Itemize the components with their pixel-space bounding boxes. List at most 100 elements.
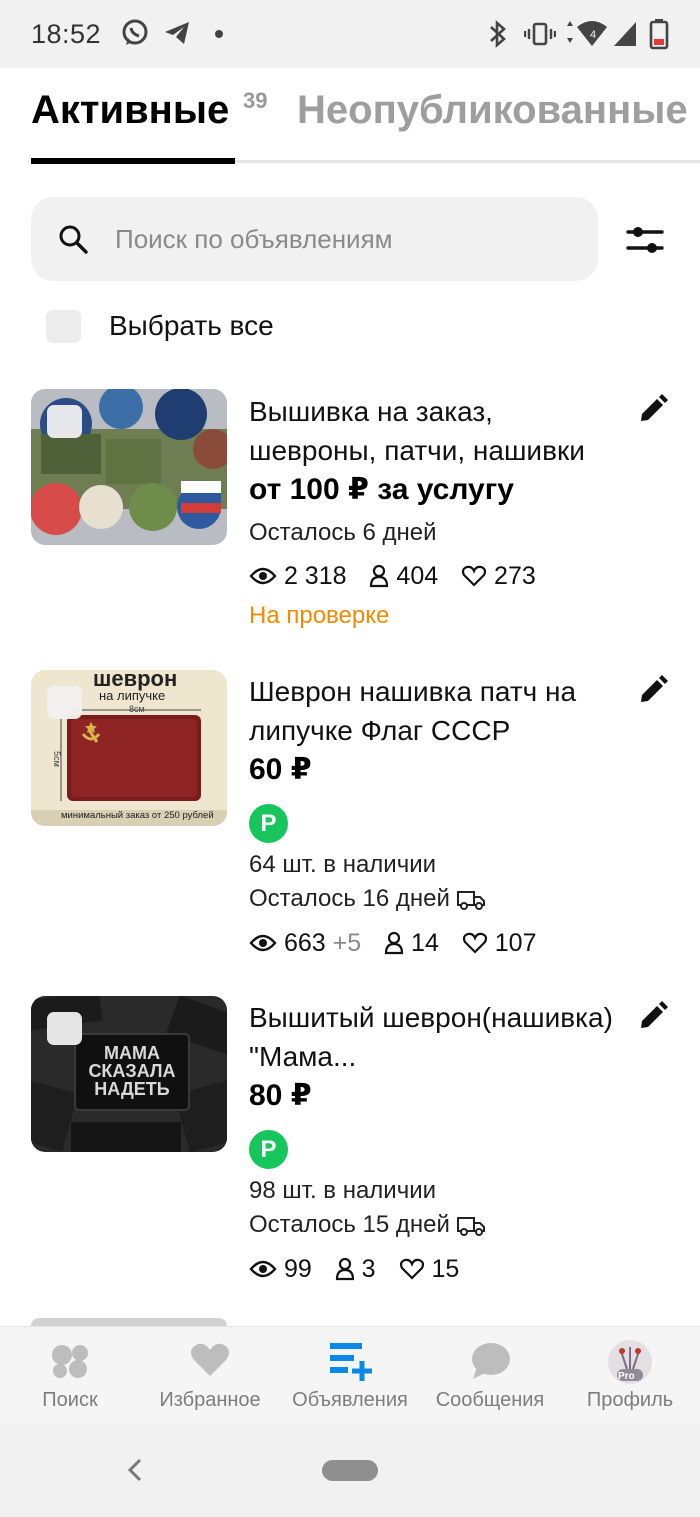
status-time: 18:52 xyxy=(31,19,102,49)
thumb-min-order: минимальный заказ от 250 рублей xyxy=(61,810,214,821)
listing-checkbox[interactable] xyxy=(47,1012,82,1045)
heart-outline-icon xyxy=(462,566,487,587)
heart-outline-icon xyxy=(462,933,487,954)
thumb-patch-text: МАМА СКАЗАЛА НАДЕТЬ xyxy=(31,1044,227,1098)
listing-stats: 99 3 15 xyxy=(249,1254,459,1284)
vibrate-icon xyxy=(524,22,556,46)
nav-label: Профиль xyxy=(586,1389,674,1411)
views-count: 99 xyxy=(283,1254,312,1283)
favorites-count: 107 xyxy=(494,928,537,957)
person-icon xyxy=(370,565,389,588)
eye-icon xyxy=(249,935,277,952)
nav-favorites[interactable]: Избранное xyxy=(150,1327,270,1424)
listing-tabs: Активные 39 Неопубликованные xyxy=(0,68,700,166)
tab-active-count: 39 xyxy=(243,88,268,113)
thumb-subheading: на липучке xyxy=(99,688,166,703)
listing-title[interactable]: Шеврон нашивка патч на липучке Флаг СССР xyxy=(249,672,619,750)
eye-icon xyxy=(249,1261,277,1278)
delivery-truck-icon xyxy=(456,890,485,910)
listing-checkbox[interactable] xyxy=(47,405,82,438)
thumb-width-label: 8см xyxy=(129,704,145,714)
select-all-checkbox[interactable] xyxy=(46,310,81,343)
wifi-icon: 4 xyxy=(567,21,607,46)
views-count: 2 318 xyxy=(283,561,347,590)
listing-image[interactable]: шеврон на липучке 8см 5см минимальный за… xyxy=(31,670,227,826)
listing-stats: 663 +5 14 107 xyxy=(249,928,536,958)
views-increase: +5 xyxy=(332,928,362,957)
search-bar[interactable] xyxy=(31,197,598,281)
bluetooth-icon xyxy=(490,20,506,48)
listing-card[interactable]: Вышивка на заказ, шевроны, патчи, нашивк… xyxy=(0,389,700,649)
promo-badge: P xyxy=(249,804,288,843)
battery-low-icon xyxy=(649,19,669,50)
tab-divider xyxy=(235,160,700,163)
listing-status: На проверке xyxy=(249,602,390,629)
listing-stock: 98 шт. в наличии xyxy=(249,1177,437,1204)
listing-image[interactable]: МАМА СКАЗАЛА НАДЕТЬ xyxy=(31,996,227,1152)
back-icon[interactable] xyxy=(124,1456,146,1484)
telegram-icon xyxy=(165,22,189,44)
eye-icon xyxy=(249,568,277,585)
select-all-row[interactable]: Выбрать все xyxy=(46,310,274,344)
tab-active[interactable]: Активные xyxy=(31,88,229,133)
thumb-line-1: МАМА xyxy=(104,1043,160,1063)
listing-stats: 2 318 404 273 xyxy=(249,561,536,591)
nav-profile[interactable]: Pro Профиль xyxy=(580,1327,680,1424)
listing-checkbox[interactable] xyxy=(47,686,82,719)
nav-label: Избранное xyxy=(159,1389,261,1411)
home-pill[interactable] xyxy=(322,1460,378,1481)
listing-remaining: Осталось 15 дней xyxy=(249,1211,450,1238)
listing-card[interactable]: МАМА СКАЗАЛА НАДЕТЬ Вышитый шеврон(нашив… xyxy=(0,996,700,1296)
promo-badge: P xyxy=(249,1130,288,1169)
search-icon xyxy=(59,225,88,254)
search-input[interactable] xyxy=(115,217,575,261)
svg-text:4: 4 xyxy=(590,29,596,41)
thumb-line-2: СКАЗАЛА xyxy=(88,1061,176,1081)
listing-title[interactable]: Вышивка на заказ, шевроны, патчи, нашивк… xyxy=(249,392,619,470)
listing-card[interactable]: шеврон на липучке 8см 5см минимальный за… xyxy=(0,670,700,970)
contacts-count: 14 xyxy=(411,928,439,957)
tab-unpublished[interactable]: Неопубликованные xyxy=(297,88,688,133)
thumb-line-3: НАДЕТЬ xyxy=(94,1079,170,1099)
listing-price: 80 ₽ xyxy=(249,1079,312,1112)
listing-price: 60 ₽ xyxy=(249,753,312,786)
listing-stock: 64 шт. в наличии xyxy=(249,851,437,878)
favorites-count: 273 xyxy=(494,561,536,590)
chat-bubble-icon xyxy=(472,1343,510,1379)
favorites-count: 15 xyxy=(431,1254,460,1283)
select-all-label: Выбрать все xyxy=(109,310,274,341)
nav-label: Объявления xyxy=(292,1389,408,1411)
listing-title[interactable]: Вышитый шеврон(нашивка) "Мама... xyxy=(249,998,619,1078)
nav-label: Сообщения xyxy=(435,1389,545,1411)
bottom-navigation: Поиск Избранное Объявления Сообщения Pro… xyxy=(0,1326,700,1423)
listings-add-icon xyxy=(330,1343,372,1381)
tab-active-indicator xyxy=(31,158,235,164)
nav-label: Поиск xyxy=(42,1389,98,1411)
listing-remaining-row: Осталось 16 дней xyxy=(249,885,486,913)
nav-search[interactable]: Поиск xyxy=(14,1327,126,1424)
edit-icon[interactable] xyxy=(638,1001,668,1031)
status-bar: 18:52 4 xyxy=(0,0,700,68)
search-blobs-icon xyxy=(52,1345,88,1378)
signal-icon xyxy=(614,22,636,46)
next-listing-peek xyxy=(31,1318,227,1326)
contacts-count: 404 xyxy=(396,561,439,590)
views-count: 663 xyxy=(283,928,326,957)
person-icon xyxy=(335,1258,354,1281)
notification-dot-icon xyxy=(215,30,223,38)
filter-icon[interactable] xyxy=(620,218,670,262)
nav-listings[interactable]: Объявления xyxy=(288,1327,412,1424)
contacts-count: 3 xyxy=(361,1254,376,1283)
thumb-height-label: 5см xyxy=(51,751,62,767)
listing-image[interactable] xyxy=(31,389,227,545)
listing-price: от 100 ₽ за услугу xyxy=(249,473,514,506)
listing-remaining: Осталось 16 дней xyxy=(249,885,450,912)
nav-messages[interactable]: Сообщения xyxy=(430,1327,550,1424)
delivery-truck-icon xyxy=(456,1216,485,1236)
edit-icon[interactable] xyxy=(638,675,668,705)
heart-icon xyxy=(190,1343,230,1376)
avatar-pro-badge: Pro xyxy=(618,1371,635,1382)
edit-icon[interactable] xyxy=(638,394,668,424)
person-icon xyxy=(384,932,404,955)
system-navigation-bar xyxy=(0,1423,700,1517)
